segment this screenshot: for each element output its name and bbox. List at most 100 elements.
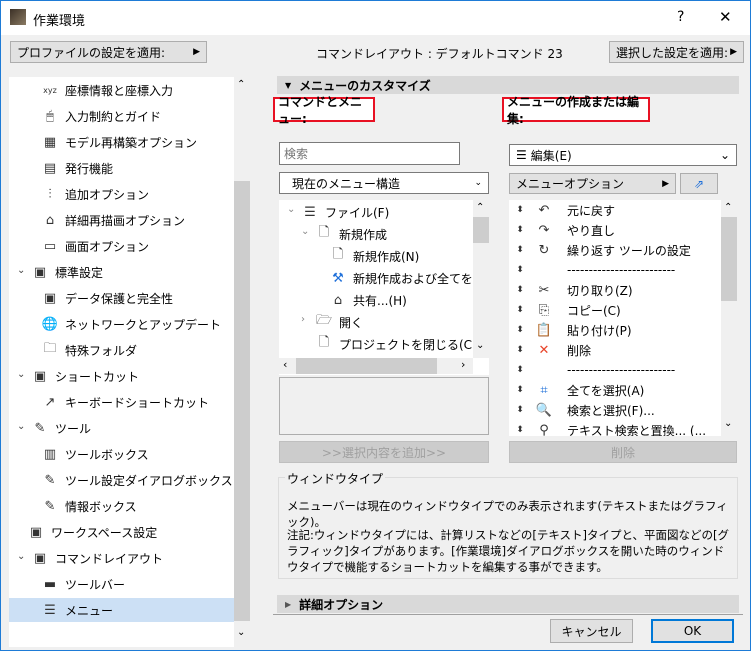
customize-section-header[interactable]: ▼ メニューのカスタマイズ	[277, 76, 739, 94]
sidebar-scrollbar[interactable]: ⌃ ⌄	[234, 77, 250, 647]
drag-handle-icon[interactable]: ⬍	[509, 385, 531, 395]
sidebar-item[interactable]: ⌄ ▣ コマンドレイアウト	[9, 546, 234, 570]
sidebar-item[interactable]: ▣ データ保護と完全性	[9, 286, 234, 310]
menu-item-label: コピー(C)	[567, 303, 621, 318]
menu-options-button[interactable]: メニューオプション ▶	[509, 173, 676, 194]
scroll-down-icon[interactable]: ⌄	[724, 418, 732, 429]
menu-item[interactable]: ⬍ 📋 貼り付け(P)	[509, 320, 721, 340]
sidebar-item[interactable]: ⌄ ✎ ツール	[9, 416, 234, 440]
scroll-up-icon[interactable]: ⌃	[476, 202, 484, 213]
drag-handle-icon[interactable]: ⬍	[509, 345, 531, 355]
advanced-options-title: 詳細オプション	[299, 597, 384, 612]
scroll-up-icon[interactable]: ⌃	[724, 202, 732, 213]
settings-tree[interactable]: xyz 座標情報と座標入力 🖱 入力制約とガイド ▦ モデル再構築オプション ▤ 発行機能 ⫶ 追…	[9, 77, 234, 647]
menu-item[interactable]: ⬍ ↷ やり直し	[509, 220, 721, 240]
chevron-down-icon[interactable]: ⌄	[17, 421, 25, 432]
scroll-right-icon[interactable]: ›	[461, 358, 465, 371]
menu-item[interactable]: ⬍ ↻ 繰り返す ツールの設定	[509, 240, 721, 260]
sidebar-item[interactable]: 🗀 特殊フォルダ	[9, 338, 234, 362]
infobox-icon: ✎	[44, 498, 56, 514]
drag-handle-icon[interactable]: ⬍	[509, 225, 531, 235]
sidebar-item-label: ショートカット	[55, 369, 140, 384]
sidebar-item[interactable]: ☰ メニュー	[9, 598, 234, 622]
menu-item[interactable]: ⬍ -------------------------	[509, 360, 721, 380]
sidebar-item[interactable]: ⫶ 追加オプション	[9, 182, 234, 206]
commands-tree[interactable]: ⌄ ☰ ファイル(F) ⌄ 🗋 新規作成 🗋 新規作成(N) ⚒ 新規作成および全てをリセット ⌂ 共…	[279, 200, 489, 375]
scroll-down-icon[interactable]: ⌄	[237, 627, 245, 638]
sidebar-item[interactable]: ▬ ツールバー	[9, 572, 234, 596]
sidebar-item[interactable]: ▦ モデル再構築オプション	[9, 130, 234, 154]
drag-handle-icon[interactable]: ⬍	[509, 405, 531, 415]
sidebar-item[interactable]: 🌐 ネットワークとアップデート	[9, 312, 234, 336]
scroll-up-icon[interactable]: ⌃	[237, 79, 245, 90]
chevron-down-icon[interactable]: ⌄	[287, 204, 295, 215]
sidebar-item[interactable]: ↗ キーボードショートカット	[9, 390, 234, 414]
sidebar-item-label: データ保護と完全性	[65, 291, 174, 306]
drag-handle-icon[interactable]: ⬍	[509, 285, 531, 295]
drag-handle-icon[interactable]: ⬍	[509, 205, 531, 215]
commands-tree-hscroll[interactable]: ‹ ›	[279, 358, 473, 374]
scrollbar-thumb[interactable]	[234, 181, 250, 621]
menu-item[interactable]: ⬍ ⌗ 全てを選択(A)	[509, 380, 721, 400]
chevron-down-icon[interactable]: ⌄	[17, 551, 25, 562]
command-layout-icon: ▣	[33, 550, 47, 566]
menu-item[interactable]: ⬍ -------------------------	[509, 260, 721, 280]
drag-handle-icon[interactable]: ⬍	[509, 245, 531, 255]
drag-handle-icon[interactable]: ⬍	[509, 365, 531, 375]
new-menu-button[interactable]: ⇗	[680, 173, 718, 194]
sidebar-item[interactable]: ▭ 画面オプション	[9, 234, 234, 258]
sidebar-item[interactable]: ✎ ツール設定ダイアログボックス	[9, 468, 234, 492]
scissors-icon: ✂	[538, 282, 550, 298]
menu-item[interactable]: ⬍ 🔍 検索と選択(F)...	[509, 400, 721, 420]
delete-button[interactable]: 削除	[509, 441, 737, 463]
add-selection-button[interactable]: >>選択内容を追加>>	[279, 441, 489, 463]
advanced-options-header[interactable]: ▶ 詳細オプション	[277, 595, 739, 613]
scroll-down-icon[interactable]: ⌄	[476, 340, 484, 351]
menu-select[interactable]: ☰ 編集(E) ⌄	[509, 144, 737, 166]
drag-handle-icon[interactable]: ⬍	[509, 325, 531, 335]
menu-item[interactable]: ⬍ ✕ 削除	[509, 340, 721, 360]
window-title: 作業環境	[33, 14, 86, 29]
menu-list-scrollbar[interactable]: ⌃ ⌄	[721, 200, 737, 436]
sidebar-item[interactable]: ⌂ 詳細再描画オプション	[9, 208, 234, 232]
chevron-down-icon[interactable]: ⌄	[17, 369, 25, 380]
help-button[interactable]: ?	[677, 9, 684, 25]
drag-handle-icon[interactable]: ⬍	[509, 305, 531, 315]
close-button[interactable]: ✕	[719, 8, 732, 26]
triangle-right-icon: ▶	[193, 47, 200, 57]
scroll-left-icon[interactable]: ‹	[283, 358, 287, 371]
search-input[interactable]	[279, 142, 460, 165]
apply-profile-button[interactable]: プロファイルの設定を適用: ▶	[10, 41, 207, 63]
apply-selected-button[interactable]: 選択した設定を適用: ▶	[609, 41, 744, 63]
sidebar-item[interactable]: ▣ ワークスペース設定	[9, 520, 234, 544]
title-bar: 作業環境 ? ✕	[1, 1, 750, 35]
menu-item[interactable]: ⬍ ✂ 切り取り(Z)	[509, 280, 721, 300]
menu-item[interactable]: ⬍ ↶ 元に戻す	[509, 200, 721, 220]
sidebar-item[interactable]: ⌄ ▣ ショートカット	[9, 364, 234, 388]
scrollbar-thumb[interactable]	[473, 217, 489, 243]
sidebar-item[interactable]: xyz 座標情報と座標入力	[9, 78, 234, 102]
monitor-icon: ▭	[43, 238, 57, 254]
commands-tree-vscroll[interactable]: ⌃ ⌄	[473, 200, 489, 358]
menu-item[interactable]: ⬍ ⎘ コピー(C)	[509, 300, 721, 320]
sidebar-item-label: キーボードショートカット	[65, 395, 210, 410]
menu-items-list[interactable]: ⬍ ↶ 元に戻す ⬍ ↷ やり直し ⬍ ↻ 繰り返す ツールの設定 ⬍ --------------…	[509, 200, 737, 436]
scrollbar-thumb[interactable]	[296, 358, 437, 374]
sidebar-item[interactable]: ⌄ ▣ 標準設定	[9, 260, 234, 284]
menu-item[interactable]: ⬍ ⚲ テキスト検索と置換... (...	[509, 420, 721, 437]
sidebar-item[interactable]: 🖱 入力制約とガイド	[9, 104, 234, 128]
cancel-button[interactable]: キャンセル	[550, 619, 633, 643]
drag-handle-icon[interactable]: ⬍	[509, 265, 531, 275]
chevron-down-icon[interactable]: ⌄	[17, 265, 25, 276]
drag-handle-icon[interactable]: ⬍	[509, 425, 531, 435]
sidebar-item[interactable]: ✎ 情報ボックス	[9, 494, 234, 518]
chevron-down-icon[interactable]: ⌄	[301, 226, 309, 237]
binoculars-icon: ⚲	[539, 422, 549, 437]
chevron-right-icon[interactable]: ›	[301, 314, 305, 325]
menu-structure-select[interactable]: 現在のメニュー構造 ⌄	[279, 172, 489, 194]
window-type-text1: メニューバーは現在のウィンドウタイプでのみ表示されます(テキストまたはグラフィッ…	[287, 499, 728, 529]
scrollbar-thumb[interactable]	[721, 217, 737, 301]
sidebar-item[interactable]: ▥ ツールボックス	[9, 442, 234, 466]
sidebar-item[interactable]: ▤ 発行機能	[9, 156, 234, 180]
ok-button[interactable]: OK	[651, 619, 734, 643]
